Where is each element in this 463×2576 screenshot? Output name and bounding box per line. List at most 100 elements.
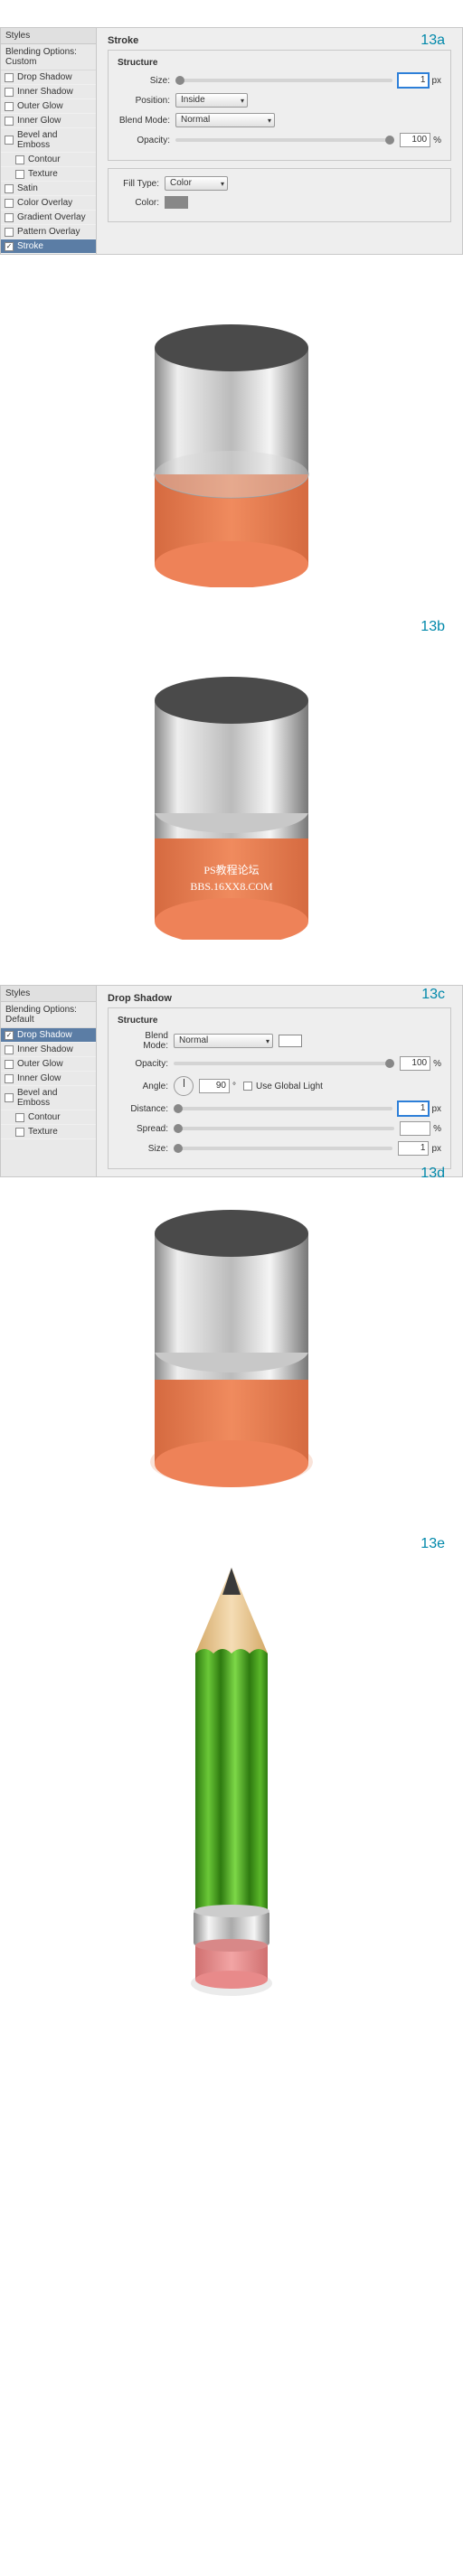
style-row-drop-shadow[interactable]: Drop Shadow bbox=[1, 1028, 96, 1043]
ds-size-slider[interactable] bbox=[174, 1147, 392, 1150]
ds-color-swatch[interactable] bbox=[279, 1035, 302, 1047]
style-checkbox[interactable] bbox=[5, 1074, 14, 1083]
style-checkbox[interactable] bbox=[5, 117, 14, 126]
ds-size-input[interactable]: 1 bbox=[398, 1141, 429, 1156]
ds-opacity-slider[interactable] bbox=[174, 1062, 394, 1065]
blend-mode-label: Blend Mode: bbox=[118, 116, 175, 126]
global-light-checkbox[interactable] bbox=[243, 1082, 252, 1091]
ds-distance-slider[interactable] bbox=[174, 1107, 392, 1110]
style-label: Bevel and Emboss bbox=[17, 130, 92, 150]
style-row-satin[interactable]: Satin bbox=[1, 182, 96, 196]
size-slider[interactable] bbox=[175, 79, 392, 82]
ds-opacity-label: Opacity: bbox=[118, 1059, 174, 1069]
style-checkbox[interactable] bbox=[5, 136, 14, 145]
step-label-13e: 13e bbox=[420, 1536, 445, 1552]
position-label: Position: bbox=[118, 96, 175, 106]
style-row-drop-shadow[interactable]: Drop Shadow bbox=[1, 70, 96, 85]
angle-dial[interactable] bbox=[174, 1076, 194, 1096]
ds-spread-slider[interactable] bbox=[174, 1127, 394, 1130]
style-row-inner-glow[interactable]: Inner Glow bbox=[1, 1072, 96, 1086]
style-row-bevel-and-emboss[interactable]: Bevel and Emboss bbox=[1, 128, 96, 153]
style-checkbox[interactable] bbox=[15, 155, 24, 164]
ds-distance-input[interactable]: 1 bbox=[398, 1101, 429, 1116]
style-checkbox[interactable] bbox=[5, 1060, 14, 1069]
style-checkbox[interactable] bbox=[5, 102, 14, 111]
style-checkbox[interactable] bbox=[5, 1031, 14, 1040]
ds-blend-dropdown[interactable]: Normal bbox=[174, 1034, 273, 1048]
ds-size-unit: px bbox=[431, 1144, 441, 1154]
blending-options[interactable]: Blending Options: Custom bbox=[1, 44, 96, 70]
style-checkbox[interactable] bbox=[5, 184, 14, 193]
style-row-contour[interactable]: Contour bbox=[1, 1110, 96, 1125]
cylinder-image-1 bbox=[105, 298, 358, 587]
global-light-label: Use Global Light bbox=[256, 1082, 323, 1091]
ds-angle-input[interactable]: 90 bbox=[199, 1079, 230, 1093]
style-row-color-overlay[interactable]: Color Overlay bbox=[1, 196, 96, 211]
style-label: Inner Shadow bbox=[17, 87, 73, 97]
style-label: Color Overlay bbox=[17, 198, 72, 208]
panel-title-ds: Drop Shadow bbox=[108, 993, 451, 1004]
stroke-panel: Stroke Structure Size: 1 px Position: In… bbox=[97, 28, 462, 254]
style-label: Texture bbox=[28, 169, 58, 179]
style-checkbox[interactable] bbox=[5, 1093, 14, 1102]
style-row-bevel-and-emboss[interactable]: Bevel and Emboss bbox=[1, 1086, 96, 1110]
style-checkbox[interactable] bbox=[5, 199, 14, 208]
style-checkbox[interactable] bbox=[5, 73, 14, 82]
opacity-slider[interactable] bbox=[175, 138, 394, 142]
style-checkbox[interactable] bbox=[15, 1113, 24, 1122]
step-label-13c: 13c bbox=[421, 987, 445, 1003]
fill-type-label: Fill Type: bbox=[118, 179, 165, 189]
style-row-stroke[interactable]: Stroke bbox=[1, 239, 96, 254]
opacity-label: Opacity: bbox=[118, 136, 175, 145]
style-checkbox[interactable] bbox=[5, 213, 14, 222]
fill-type-dropdown[interactable]: Color bbox=[165, 176, 228, 191]
style-row-pattern-overlay[interactable]: Pattern Overlay bbox=[1, 225, 96, 239]
style-label: Stroke bbox=[17, 241, 43, 251]
style-label: Outer Glow bbox=[17, 101, 63, 111]
size-unit: px bbox=[431, 76, 441, 86]
style-row-outer-glow[interactable]: Outer Glow bbox=[1, 1057, 96, 1072]
ds-opacity-unit: % bbox=[433, 1059, 441, 1069]
ds-distance-label: Distance: bbox=[118, 1104, 174, 1114]
opacity-unit: % bbox=[433, 136, 441, 145]
styles-header: Styles bbox=[1, 28, 96, 44]
style-checkbox[interactable] bbox=[5, 1045, 14, 1054]
style-label: Inner Shadow bbox=[17, 1044, 73, 1054]
size-input[interactable]: 1 bbox=[398, 73, 429, 88]
style-row-texture[interactable]: Texture bbox=[1, 167, 96, 182]
ds-angle-label: Angle: bbox=[118, 1082, 174, 1091]
style-row-contour[interactable]: Contour bbox=[1, 153, 96, 167]
style-label: Pattern Overlay bbox=[17, 227, 80, 237]
opacity-input[interactable]: 100 bbox=[400, 133, 430, 147]
cylinder-image-3 bbox=[105, 1184, 358, 1491]
style-row-texture[interactable]: Texture bbox=[1, 1125, 96, 1139]
style-label: Satin bbox=[17, 183, 38, 193]
style-checkbox[interactable] bbox=[5, 242, 14, 251]
style-label: Gradient Overlay bbox=[17, 212, 86, 222]
pencil-image bbox=[150, 1554, 313, 2006]
style-checkbox[interactable] bbox=[5, 228, 14, 237]
ds-spread-input[interactable] bbox=[400, 1121, 430, 1136]
size-label: Size: bbox=[118, 76, 175, 86]
blend-mode-dropdown[interactable]: Normal bbox=[175, 113, 275, 127]
style-row-inner-shadow[interactable]: Inner Shadow bbox=[1, 1043, 96, 1057]
ds-opacity-input[interactable]: 100 bbox=[400, 1056, 430, 1071]
style-checkbox[interactable] bbox=[5, 88, 14, 97]
style-row-inner-shadow[interactable]: Inner Shadow bbox=[1, 85, 96, 99]
style-checkbox[interactable] bbox=[15, 1128, 24, 1137]
blending-options-c[interactable]: Blending Options: Default bbox=[1, 1002, 96, 1028]
ds-spread-label: Spread: bbox=[118, 1124, 174, 1134]
color-swatch[interactable] bbox=[165, 196, 188, 209]
style-row-outer-glow[interactable]: Outer Glow bbox=[1, 99, 96, 114]
ds-size-label: Size: bbox=[118, 1144, 174, 1154]
style-label: Texture bbox=[28, 1127, 58, 1137]
watermark: PS教程论坛BBS.16XX8.COM bbox=[0, 862, 463, 895]
style-row-inner-glow[interactable]: Inner Glow bbox=[1, 114, 96, 128]
style-label: Contour bbox=[28, 1112, 61, 1122]
style-row-gradient-overlay[interactable]: Gradient Overlay bbox=[1, 211, 96, 225]
style-label: Inner Glow bbox=[17, 1073, 61, 1083]
style-checkbox[interactable] bbox=[15, 170, 24, 179]
step-label-13d: 13d bbox=[420, 1166, 445, 1182]
position-dropdown[interactable]: Inside bbox=[175, 93, 248, 108]
styles-panel-a: Styles Blending Options: Custom Drop Sha… bbox=[1, 28, 97, 254]
